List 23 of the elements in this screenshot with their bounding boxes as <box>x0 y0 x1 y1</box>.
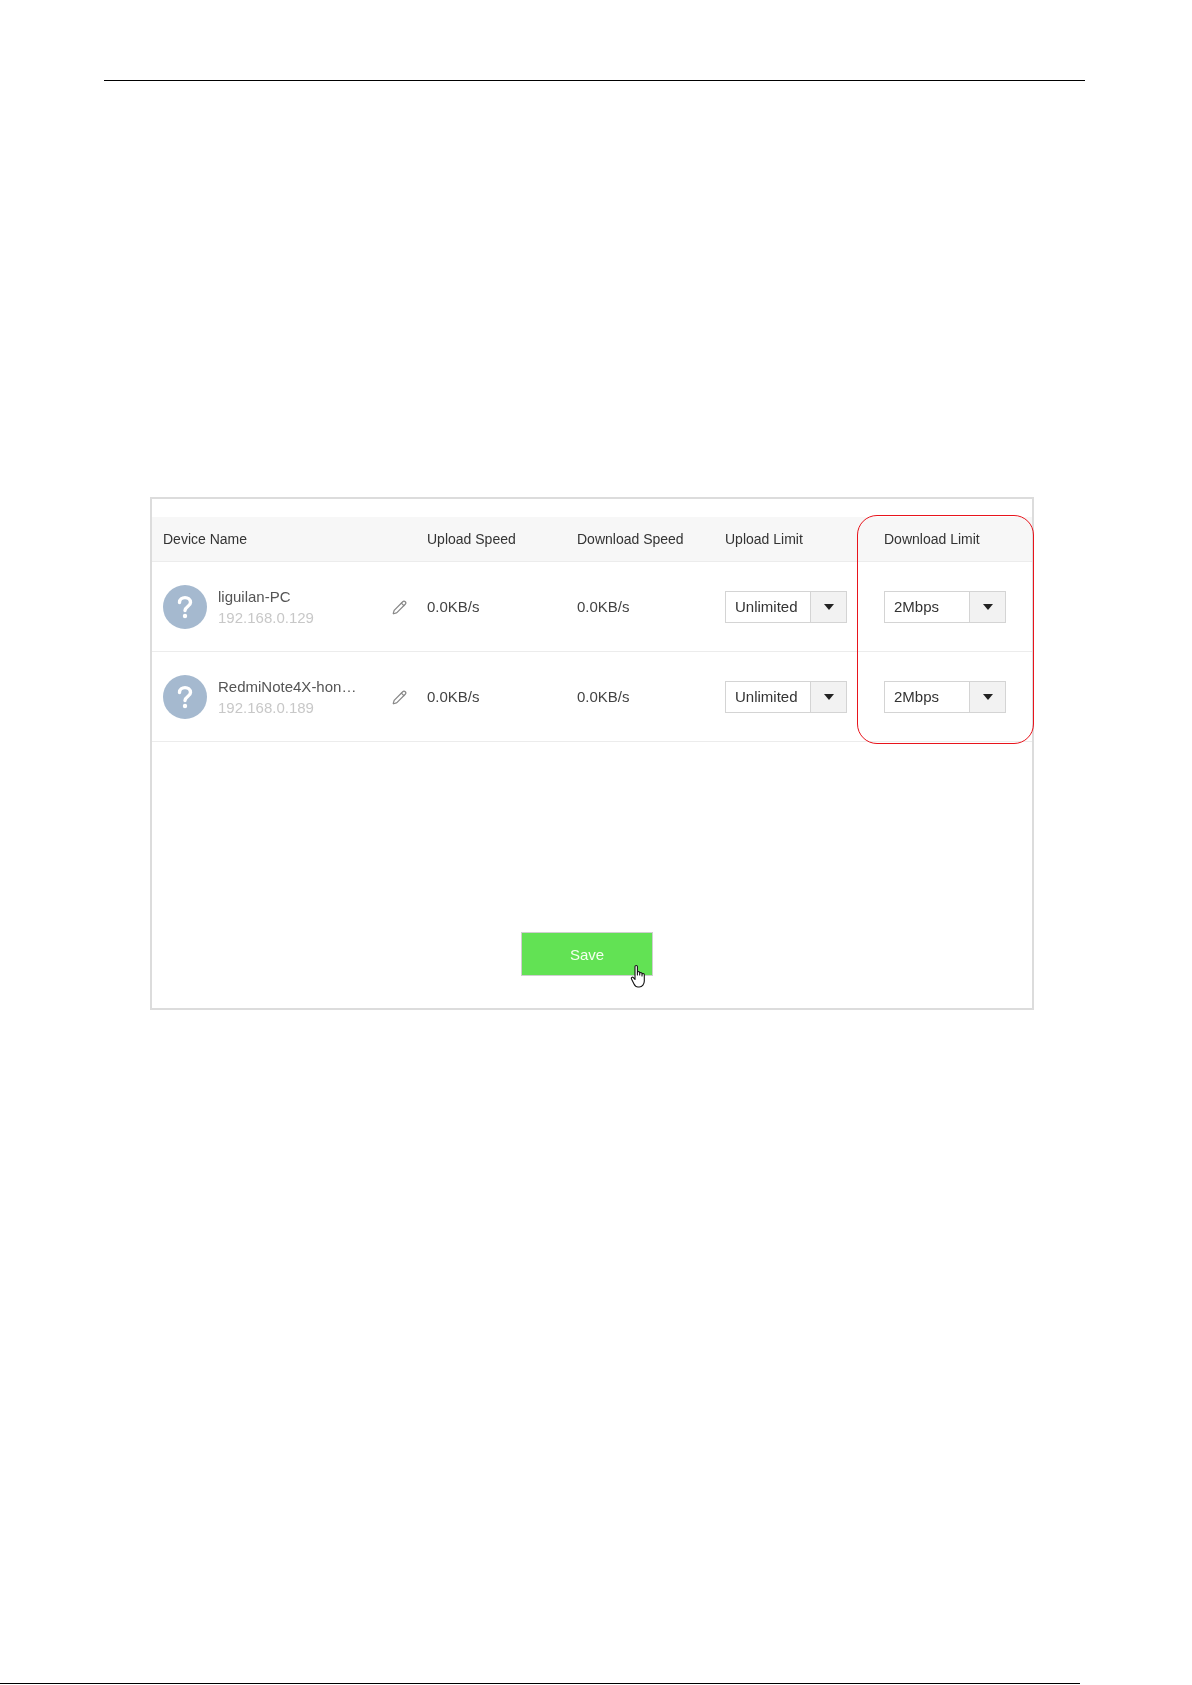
column-header: Device Name <box>163 531 249 547</box>
question-avatar-icon <box>163 674 207 719</box>
caret-icon <box>982 693 993 700</box>
upload-speed: 0.0KB/s <box>427 688 481 705</box>
column-header: Download Limit <box>884 531 981 547</box>
caret-icon <box>982 603 993 610</box>
column-header: Upload Limit <box>725 531 804 547</box>
dropdown[interactable]: 2Mbps <box>884 680 1006 713</box>
pencil-icon[interactable] <box>392 599 407 615</box>
column-header: Download Speed <box>577 531 685 547</box>
device-name: RedmiNote4X-hon… <box>218 677 357 695</box>
download-speed: 0.0KB/s <box>577 598 631 615</box>
dropdown[interactable]: Unlimited <box>725 680 847 713</box>
device-name: liguilan-PC <box>218 587 291 605</box>
caret-icon <box>823 693 834 700</box>
dropdown[interactable]: 2Mbps <box>884 590 1006 623</box>
question-avatar-icon <box>163 584 207 629</box>
upload-speed: 0.0KB/s <box>427 598 481 615</box>
dropdown[interactable]: Unlimited <box>725 590 847 623</box>
column-header: Upload Speed <box>427 531 517 547</box>
pencil-icon[interactable] <box>392 689 407 705</box>
download-speed: 0.0KB/s <box>577 688 631 705</box>
caret-icon <box>823 603 834 610</box>
